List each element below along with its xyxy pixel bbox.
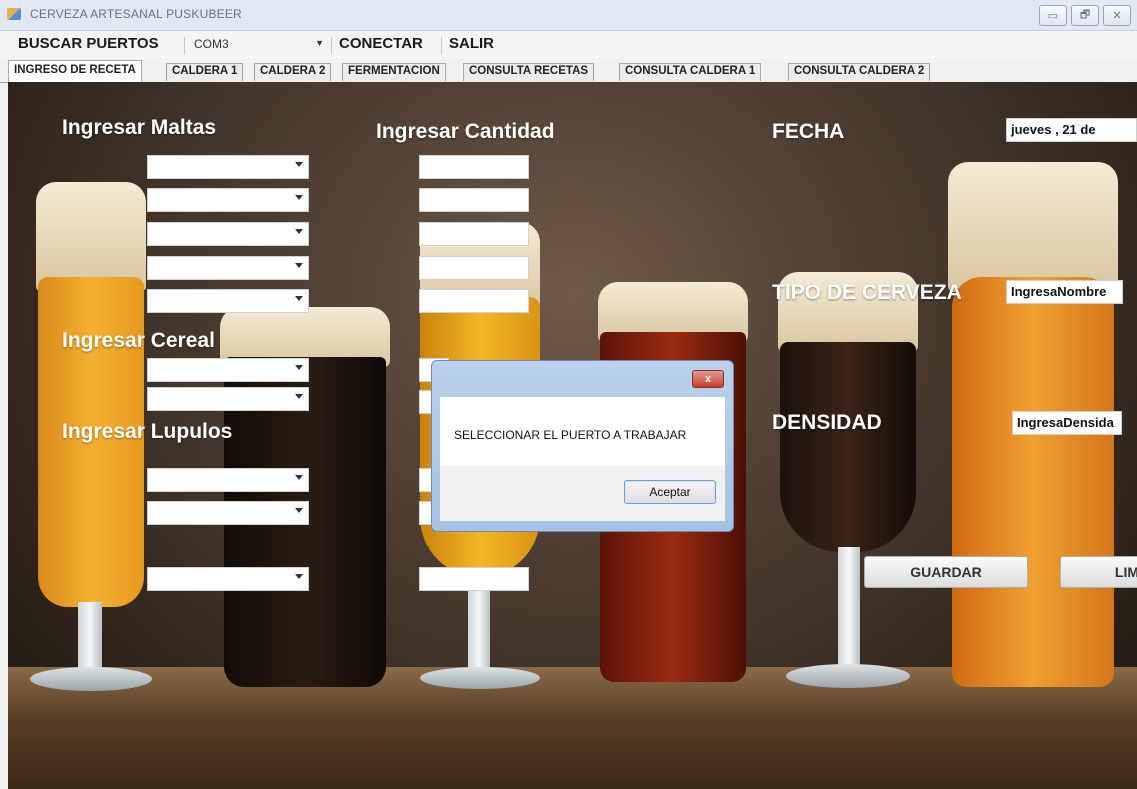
port-select-value: COM3 xyxy=(194,37,229,51)
tab-ingreso-de-receta[interactable]: INGRESO DE RECETA xyxy=(8,60,142,83)
cantidad-input-4[interactable] xyxy=(419,256,529,280)
menu-separator xyxy=(184,37,185,54)
menu-separator xyxy=(441,37,442,54)
salir-menu[interactable]: SALIR xyxy=(449,35,494,52)
densidad-label: DENSIDAD xyxy=(772,411,882,434)
tab-consulta-caldera-2[interactable]: CONSULTA CALDERA 2 xyxy=(788,63,931,81)
buscar-puertos-menu[interactable]: BUSCAR PUERTOS xyxy=(18,35,159,52)
tab-fermentacion[interactable]: FERMENTACION xyxy=(342,63,446,81)
lupulos-label: Ingresar Lupulos xyxy=(62,420,233,443)
menu-separator xyxy=(331,37,332,54)
cantidad-input-5[interactable] xyxy=(419,289,529,313)
fecha-picker[interactable]: jueves , 21 de xyxy=(1006,118,1137,142)
chevron-down-icon xyxy=(295,475,303,480)
lupulo-select-2[interactable] xyxy=(147,501,309,525)
tab-caldera-1[interactable]: CALDERA 1 xyxy=(166,63,244,81)
port-select[interactable]: COM3 ▼ xyxy=(191,35,328,54)
tipo-cerveza-input[interactable]: IngresaNombre xyxy=(1006,280,1123,304)
cereal-select-1[interactable] xyxy=(147,358,309,382)
chevron-down-icon xyxy=(295,195,303,200)
cereal-label: Ingresar Cereal xyxy=(62,329,215,352)
malta-select-2[interactable] xyxy=(147,188,309,212)
tab-consulta-caldera-1[interactable]: CONSULTA CALDERA 1 xyxy=(619,63,762,81)
dialog-message: SELECCIONAR EL PUERTO A TRABAJAR xyxy=(454,428,687,442)
tipo-cerveza-label: TIPO DE CERVEZA xyxy=(772,281,962,304)
aceptar-button[interactable]: Aceptar xyxy=(624,480,716,504)
maximize-button[interactable]: 🗗 xyxy=(1071,5,1099,26)
tab-consulta-recetas[interactable]: CONSULTA RECETAS xyxy=(463,63,595,81)
dialog-close-button[interactable]: x xyxy=(692,370,724,388)
message-dialog: x SELECCIONAR EL PUERTO A TRABAJAR Acept… xyxy=(431,360,734,532)
window-title: CERVEZA ARTESANAL PUSKUBEER xyxy=(30,7,242,21)
malta-select-3[interactable] xyxy=(147,222,309,246)
chevron-down-icon xyxy=(295,162,303,167)
menu-bar: BUSCAR PUERTOS COM3 ▼ CONECTAR SALIR xyxy=(0,31,1137,59)
lupulo-select-1[interactable] xyxy=(147,468,309,492)
cantidad-input-2[interactable] xyxy=(419,188,529,212)
lupulo-select-3[interactable] xyxy=(147,567,309,591)
chevron-down-icon: ▼ xyxy=(315,38,324,48)
chevron-down-icon xyxy=(295,574,303,579)
dialog-footer: Aceptar xyxy=(440,466,725,521)
app-icon xyxy=(7,8,21,20)
malta-select-1[interactable] xyxy=(147,155,309,179)
chevron-down-icon xyxy=(295,394,303,399)
chevron-down-icon xyxy=(295,229,303,234)
title-bar: CERVEZA ARTESANAL PUSKUBEER ▭ 🗗 ✕ xyxy=(0,0,1137,31)
malta-select-4[interactable] xyxy=(147,256,309,280)
fecha-label: FECHA xyxy=(772,120,845,143)
conectar-menu[interactable]: CONECTAR xyxy=(339,35,423,52)
dialog-body: SELECCIONAR EL PUERTO A TRABAJAR xyxy=(440,397,725,466)
tab-caldera-2[interactable]: CALDERA 2 xyxy=(254,63,332,81)
guardar-button[interactable]: GUARDAR xyxy=(864,556,1028,588)
tab-strip: INGRESO DE RECETA CALDERA 1 CALDERA 2 FE… xyxy=(0,60,1137,83)
cantidad-input-3[interactable] xyxy=(419,222,529,246)
malta-select-5[interactable] xyxy=(147,289,309,313)
maltas-label: Ingresar Maltas xyxy=(62,116,217,139)
chevron-down-icon xyxy=(295,296,303,301)
chevron-down-icon xyxy=(295,365,303,370)
close-window-button[interactable]: ✕ xyxy=(1103,5,1131,26)
densidad-input[interactable]: IngresaDensida xyxy=(1012,411,1122,435)
minimize-button[interactable]: ▭ xyxy=(1039,5,1067,26)
chevron-down-icon xyxy=(295,508,303,513)
cereal-select-2[interactable] xyxy=(147,387,309,411)
cantidad-label: Ingresar Cantidad xyxy=(376,120,555,143)
chevron-down-icon xyxy=(295,263,303,268)
cantidad-input-1[interactable] xyxy=(419,155,529,179)
limpiar-button[interactable]: LIM xyxy=(1060,556,1137,588)
close-icon: x xyxy=(704,373,712,385)
cantidad-input-10[interactable] xyxy=(419,567,529,591)
